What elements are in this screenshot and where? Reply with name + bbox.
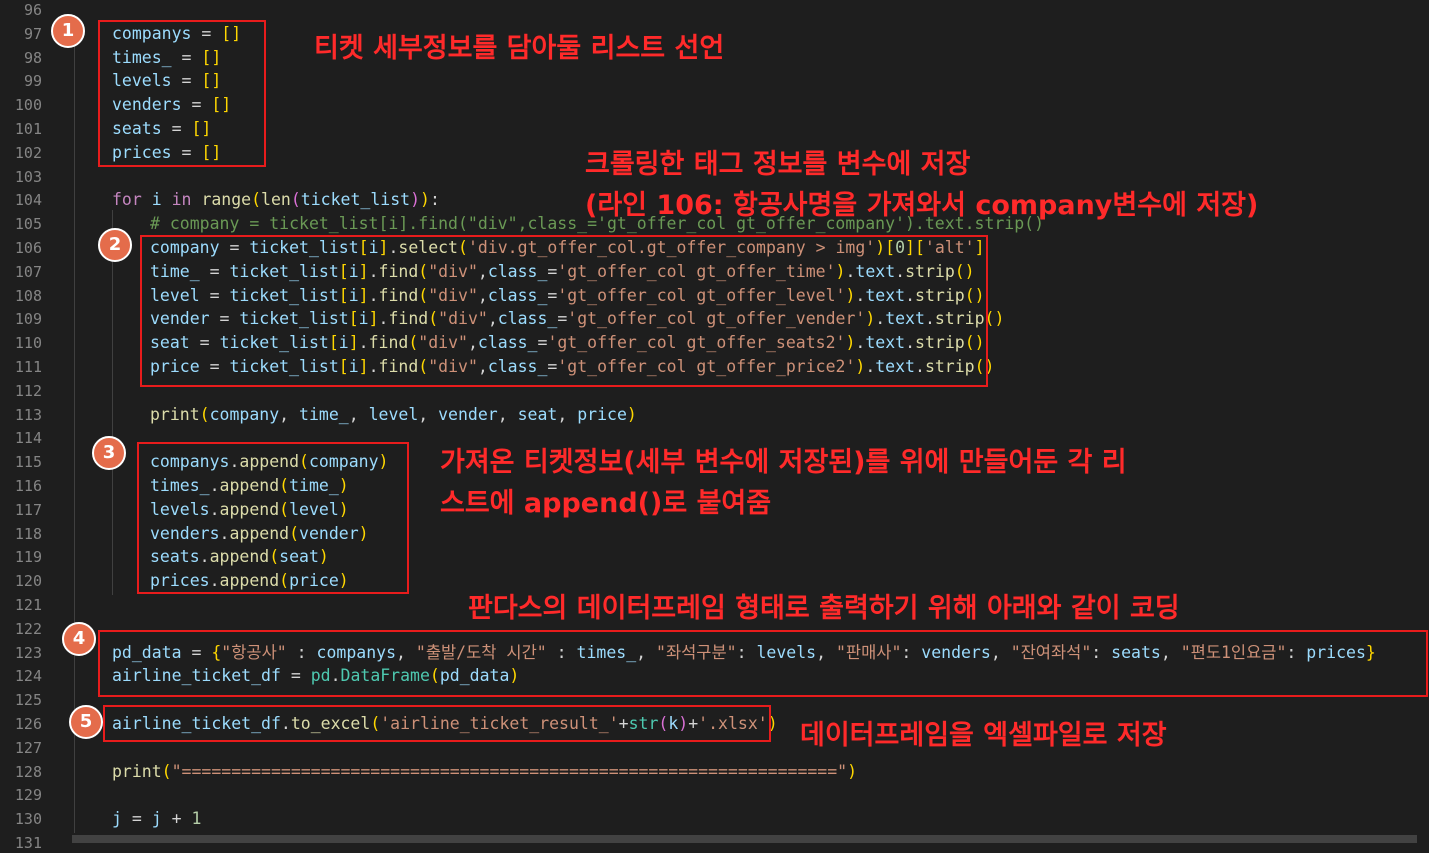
code-token: j — [151, 809, 162, 829]
annotation-note-4: 판다스의 데이터프레임 형태로 출력하기 위해 아래와 같이 코딩 — [468, 593, 1180, 624]
annotation-box-1 — [98, 20, 266, 167]
line-number: 130 — [14, 810, 42, 829]
code-token: ) — [420, 190, 430, 210]
line-number: 96 — [23, 1, 42, 19]
line-number: 125 — [14, 691, 42, 710]
line-number: 103 — [14, 167, 42, 186]
annotation-box-5 — [103, 705, 771, 742]
line-number: 109 — [14, 310, 42, 329]
code-token: i — [151, 190, 162, 210]
line-number: 122 — [14, 619, 42, 638]
line-number: 120 — [14, 572, 42, 591]
annotation-badge-3: 3 — [92, 436, 126, 470]
line-number: 118 — [14, 524, 42, 543]
horizontal-scrollbar[interactable] — [72, 835, 1417, 843]
line-number: 101 — [14, 120, 42, 138]
code-line[interactable]: j = j + 1 — [112, 809, 201, 829]
code-token: 1 — [191, 809, 202, 829]
line-number: 100 — [14, 96, 42, 115]
code-token: print — [150, 404, 200, 424]
code-token: level — [368, 404, 419, 424]
code-token: in — [171, 190, 192, 210]
code-token: ) — [847, 761, 858, 781]
annotation-note-5: 데이터프레임을 엑셀파일로 저장 — [800, 720, 1167, 751]
code-token: , — [279, 404, 300, 424]
annotation-note-2-line-2: (라인 106: 항공사명을 가져와서 company변수에 저장) — [585, 190, 1259, 221]
line-number: 119 — [14, 548, 42, 567]
annotation-badge-5: 5 — [69, 705, 103, 739]
code-token: print — [112, 761, 162, 781]
annotation-box-4 — [98, 630, 1428, 697]
code-line[interactable]: print(company, time_, level, vender, sea… — [150, 405, 637, 425]
code-token: ( — [290, 190, 301, 210]
code-token: range — [201, 190, 252, 210]
indent-guide — [112, 210, 113, 595]
line-number: 131 — [14, 834, 42, 852]
code-token: , — [557, 404, 578, 424]
line-number: 121 — [14, 596, 42, 614]
annotation-box-2 — [140, 235, 988, 387]
code-line[interactable]: for i in range(len(ticket_list)): — [112, 190, 440, 210]
code-token: time_ — [299, 404, 349, 424]
line-number: 128 — [14, 762, 42, 781]
annotation-note-3-line-1: 가져온 티켓정보(세부 변수에 저장된)를 위에 만들어둔 각 리 — [440, 447, 1127, 478]
code-token: ) — [410, 190, 421, 210]
annotation-note-2-line-1: 크롤링한 태그 정보를 변수에 저장 — [585, 149, 971, 180]
code-token: ( — [199, 404, 210, 424]
line-number: 116 — [14, 477, 42, 495]
code-token: "=======================================… — [171, 761, 848, 781]
annotation-badge-2: 2 — [98, 228, 132, 262]
line-number: 108 — [14, 286, 42, 305]
line-number: 114 — [14, 429, 42, 448]
line-number: 129 — [14, 786, 42, 805]
line-number: 124 — [14, 667, 42, 686]
code-token: ( — [161, 761, 172, 781]
code-editor[interactable]: 96 97 98 99 100 101 102 103 104 105 106 107 108 109 11… — [0, 0, 1429, 852]
code-token: : — [429, 190, 440, 210]
line-number: 106 — [14, 239, 42, 257]
annotation-note-3-line-2: 스트에 append()로 붙여줌 — [440, 488, 772, 519]
line-number: 107 — [14, 262, 42, 281]
line-number: 127 — [14, 738, 42, 757]
code-token: seat — [517, 404, 558, 424]
code-token: price — [577, 404, 627, 424]
line-number: 97 — [23, 24, 42, 43]
code-token: ticket_list — [300, 190, 411, 210]
line-number: 102 — [14, 143, 42, 162]
code-token: , — [348, 404, 369, 424]
line-number: 104 — [14, 191, 42, 210]
line-number: 115 — [14, 453, 42, 472]
line-number: 110 — [14, 334, 42, 353]
line-number: 113 — [14, 405, 42, 424]
code-token: , — [418, 404, 439, 424]
line-number: 99 — [23, 72, 42, 91]
code-token: ( — [251, 190, 262, 210]
code-line[interactable]: print("=================================… — [112, 762, 857, 782]
annotation-note-1: 티켓 세부정보를 담아둘 리스트 선언 — [314, 33, 725, 64]
line-number: 98 — [23, 48, 42, 67]
annotation-badge-1: 1 — [51, 14, 85, 48]
line-number: 111 — [14, 358, 42, 376]
code-token: for — [112, 190, 142, 210]
line-number: 126 — [14, 715, 42, 733]
line-number: 117 — [14, 500, 42, 519]
code-token: + — [161, 809, 192, 829]
line-number: 112 — [14, 381, 42, 400]
annotation-badge-4: 4 — [62, 622, 96, 656]
line-number: 123 — [14, 643, 42, 662]
code-token: = — [121, 809, 152, 829]
code-token: , — [497, 404, 518, 424]
code-token: company — [209, 404, 280, 424]
code-token: ) — [626, 404, 637, 424]
code-token: j — [112, 809, 122, 829]
annotation-box-3 — [137, 442, 409, 594]
code-token: vender — [438, 404, 498, 424]
line-number: 105 — [14, 215, 42, 234]
code-token: len — [261, 190, 291, 210]
